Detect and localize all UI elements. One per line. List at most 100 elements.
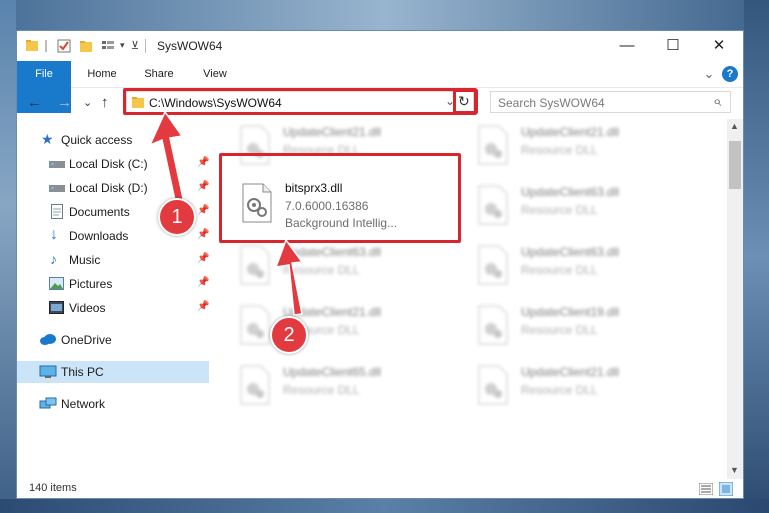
- file-name: UpdateClient63.dll: [521, 245, 620, 259]
- file-description: Resource DLL: [521, 203, 598, 217]
- dll-file-icon: [478, 305, 508, 345]
- sidebar-item-this-pc[interactable]: This PC: [17, 361, 209, 383]
- step-1-badge: 1: [158, 198, 196, 236]
- sidebar-item-label: Quick access: [61, 133, 133, 147]
- tab-view[interactable]: View: [193, 61, 237, 87]
- file-name: UpdateClient65.dll: [283, 365, 382, 379]
- close-button[interactable]: ✕: [696, 31, 742, 61]
- dll-file-icon: [478, 185, 508, 225]
- sidebar-item-local-disk-c[interactable]: Local Disk (C:) 📌: [17, 153, 209, 175]
- sidebar-item-local-disk-d[interactable]: Local Disk (D:) 📌: [17, 177, 209, 199]
- title-separator: [145, 39, 146, 53]
- expand-ribbon-button[interactable]: ⌄: [701, 61, 717, 87]
- star-icon: ★: [41, 131, 54, 147]
- desktop-background: [0, 0, 769, 30]
- pin-icon[interactable]: 📌: [197, 205, 209, 216]
- file-name: UpdateClient21.dll: [283, 305, 382, 319]
- drive-icon: [49, 161, 65, 168]
- item-count: 140 items: [29, 482, 77, 494]
- details-view-icon[interactable]: [699, 483, 713, 495]
- toolbar-dropdown-icon[interactable]: ⊻: [131, 39, 139, 53]
- view-options-icon[interactable]: [101, 39, 117, 53]
- file-item[interactable]: UpdateClient65.dll Resource DLL: [235, 363, 455, 415]
- file-item[interactable]: UpdateClient21.dll Resource DLL: [235, 303, 455, 355]
- ribbon: File Home Share View ⌄ ?: [17, 61, 743, 113]
- scrollbar-thumb[interactable]: [729, 141, 741, 189]
- file-item[interactable]: UpdateClient21.dll Resource DLL: [473, 123, 693, 175]
- forward-button[interactable]: →: [57, 94, 72, 111]
- navigation-bar: ← → ⌄ ↑ C:\Windows\SysWOW64 ⌄ ↻ Search S…: [17, 88, 743, 118]
- desktop-background-left: [0, 0, 16, 513]
- sidebar-item-quick-access[interactable]: ★ Quick access: [17, 129, 209, 151]
- maximize-button[interactable]: ☐: [650, 31, 696, 61]
- desktop-background-right: [744, 0, 769, 513]
- search-input[interactable]: Search SysWOW64: [498, 96, 605, 110]
- documents-icon: [51, 204, 63, 219]
- sidebar-item-label: Pictures: [69, 277, 113, 291]
- pin-icon[interactable]: 📌: [197, 253, 209, 264]
- refresh-highlight-annotation: [453, 89, 478, 114]
- new-folder-icon[interactable]: [79, 39, 93, 53]
- dll-file-icon: [240, 245, 270, 285]
- file-name: UpdateClient63.dll: [521, 185, 620, 199]
- file-description: Resource DLL: [283, 383, 360, 397]
- minimize-button[interactable]: —: [604, 31, 650, 61]
- file-name: UpdateClient19.dll: [521, 305, 620, 319]
- dll-file-icon: [240, 365, 270, 405]
- address-highlight-annotation: [123, 88, 477, 115]
- sidebar-item-label: Network: [61, 397, 106, 411]
- step-2-badge: 2: [270, 316, 308, 354]
- pin-icon[interactable]: 📌: [197, 301, 209, 312]
- search-icon[interactable]: ⌕: [713, 93, 721, 110]
- file-description: Resource DLL: [521, 323, 598, 337]
- navigation-pane: ★ Quick access Local Disk (C:) 📌 Local D…: [17, 119, 213, 479]
- title-bar: ▾ ⊻ SysWOW64 — ☐ ✕: [17, 31, 743, 61]
- tab-home[interactable]: Home: [79, 61, 125, 87]
- music-icon: ♪: [50, 251, 57, 267]
- sidebar-item-label: Local Disk (C:): [69, 157, 148, 171]
- folder-icon: [26, 40, 38, 51]
- dll-file-icon: [478, 125, 508, 165]
- sidebar-item-onedrive[interactable]: OneDrive: [17, 329, 209, 351]
- file-description: Resource DLL: [521, 263, 598, 277]
- file-item[interactable]: UpdateClient63.dll Resource DLL: [473, 243, 693, 295]
- vertical-scrollbar[interactable]: ▲ ▼: [727, 119, 743, 479]
- scroll-down-icon[interactable]: ▼: [730, 465, 739, 475]
- file-name: UpdateClient21.dll: [521, 365, 620, 379]
- sidebar-item-label: Videos: [69, 301, 106, 315]
- recent-locations-button[interactable]: ⌄: [83, 96, 92, 109]
- dll-file-icon: [240, 305, 270, 345]
- videos-icon: [49, 301, 64, 314]
- pin-icon[interactable]: 📌: [197, 229, 209, 240]
- large-icons-view-icon[interactable]: [719, 482, 733, 496]
- status-bar: 140 items: [17, 479, 743, 499]
- properties-icon[interactable]: [57, 39, 71, 53]
- file-description: Resource DLL: [283, 263, 360, 277]
- sidebar-item-music[interactable]: ♪ Music 📌: [17, 249, 209, 271]
- file-item[interactable]: UpdateClient21.dll Resource DLL: [473, 363, 693, 415]
- sidebar-item-pictures[interactable]: Pictures 📌: [17, 273, 209, 295]
- file-name: UpdateClient21.dll: [521, 125, 620, 139]
- sidebar-item-videos[interactable]: Videos 📌: [17, 297, 209, 319]
- pin-icon[interactable]: 📌: [197, 157, 209, 168]
- scroll-up-icon[interactable]: ▲: [730, 121, 739, 131]
- network-icon: [39, 397, 57, 409]
- dll-file-icon: [478, 365, 508, 405]
- file-item[interactable]: UpdateClient19.dll Resource DLL: [473, 303, 693, 355]
- file-explorer-window: ▾ ⊻ SysWOW64 — ☐ ✕ File Home Share View …: [16, 30, 744, 499]
- up-button[interactable]: ↑: [101, 94, 109, 111]
- pin-icon[interactable]: 📌: [197, 277, 209, 288]
- file-highlight-annotation: [219, 153, 461, 243]
- downloads-icon: ↓: [50, 226, 58, 243]
- pictures-icon: [49, 277, 64, 290]
- file-item[interactable]: UpdateClient63.dll Resource DLL: [473, 183, 693, 235]
- sidebar-item-network[interactable]: Network: [17, 393, 209, 415]
- customize-toolbar-icon[interactable]: ▾: [120, 40, 125, 54]
- tab-share[interactable]: Share: [137, 61, 181, 87]
- pin-icon[interactable]: 📌: [197, 181, 209, 192]
- back-button[interactable]: ←: [27, 94, 42, 111]
- file-item[interactable]: UpdateClient63.dll Resource DLL: [235, 243, 455, 295]
- cloud-icon: [40, 334, 56, 345]
- search-box[interactable]: Search SysWOW64 ⌕: [490, 91, 731, 113]
- help-button[interactable]: ?: [722, 66, 738, 82]
